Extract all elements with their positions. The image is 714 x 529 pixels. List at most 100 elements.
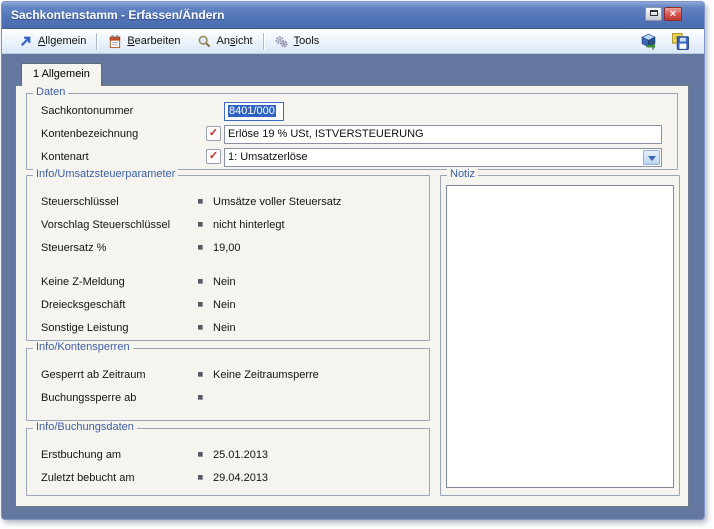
info-label: Vorschlag Steuerschlüssel [41, 218, 171, 231]
info-row: Sonstige Leistung Nein [27, 316, 429, 339]
menu-ansicht[interactable]: Ansicht [189, 31, 261, 52]
value-bullet [198, 325, 203, 330]
info-row: Gesperrt ab Zeitraum Keine Zeitraumsperr… [27, 363, 429, 386]
info-label: Dreiecksgeschäft [41, 298, 126, 311]
menu-label: Allgemein [38, 35, 86, 47]
kontenbezeichnung-input[interactable]: Erlöse 19 % USt, ISTVERSTEUERUNG [224, 125, 662, 144]
group-buchungsdaten: Info/Buchungsdaten Erstbuchung am 25.01.… [26, 421, 430, 496]
info-value: Nein [213, 321, 236, 334]
menu-access-key: B [127, 35, 135, 47]
toolbar-separator [96, 32, 98, 50]
selected-option: 1: Umsatzerlöse [228, 151, 308, 163]
info-value: 25.01.2013 [213, 448, 269, 461]
group-daten: Daten Sachkontonummer 8401/000 Kontenbez… [26, 86, 678, 170]
main-panel: Daten Sachkontonummer 8401/000 Kontenbez… [15, 85, 689, 507]
maximize-icon [649, 10, 658, 16]
menu-label: Ansicht [217, 35, 253, 47]
group-title: Info/Buchungsdaten [33, 421, 137, 433]
value-bullet [198, 395, 203, 400]
menu-label: Tools [294, 35, 320, 47]
info-label: Buchungssperre ab [41, 391, 137, 404]
value-bullet [198, 302, 203, 307]
group-umsatzsteuerparameter: Info/Umsatzsteuerparameter Steuerschlüss… [26, 168, 430, 341]
arrow-up-right-icon [20, 36, 31, 46]
content-area: 1 Allgemein Daten Sachkontonummer 8401/0… [2, 54, 704, 519]
field-label: Sachkontonummer [41, 105, 134, 117]
group-title: Notiz [447, 168, 479, 180]
field-label: Kontenart [41, 151, 89, 163]
close-button[interactable]: × [664, 7, 682, 21]
check-icon: ✓ [208, 127, 219, 139]
package-icon [641, 33, 656, 51]
field-row-kontenbezeichnung: Kontenbezeichnung ✓ Erlöse 19 % USt, IST… [27, 125, 677, 145]
info-value: 29.04.2013 [213, 471, 269, 484]
value-bullet [198, 222, 203, 227]
info-label: Keine Z-Meldung [41, 275, 125, 288]
info-value: 19,00 [213, 241, 241, 254]
tab-allgemein[interactable]: 1 Allgemein [21, 63, 102, 86]
gears-icon [275, 35, 288, 47]
chevron-down-icon[interactable] [643, 150, 660, 165]
info-rows: Erstbuchung am 25.01.2013 Zuletzt bebuch… [27, 443, 429, 489]
menu-label: Bearbeiten [127, 35, 180, 47]
info-label: Gesperrt ab Zeitraum [41, 368, 146, 381]
info-row: Vorschlag Steuerschlüssel nicht hinterle… [27, 213, 429, 236]
info-value: nicht hinterlegt [213, 218, 285, 231]
group-title: Info/Kontensperren [33, 341, 133, 353]
close-icon: × [669, 8, 677, 20]
info-label: Steuerschlüssel [41, 195, 119, 208]
value-bullet [198, 245, 203, 250]
info-rows: Steuerschlüssel Umsätze voller Steuersat… [27, 190, 429, 339]
selected-text: 8401/000 [228, 105, 276, 117]
group-kontensperren: Info/Kontensperren Gesperrt ab Zeitraum … [26, 341, 430, 421]
sachkontonummer-input[interactable]: 8401/000 [224, 102, 284, 121]
menu-label-part: ools [299, 35, 320, 47]
maximize-button[interactable] [645, 7, 662, 21]
info-label: Erstbuchung am [41, 448, 122, 461]
magnifier-icon [198, 35, 210, 47]
info-value: Nein [213, 298, 236, 311]
menu-allgemein[interactable]: Allgemein [10, 31, 94, 52]
info-label: Zuletzt bebucht am [41, 471, 135, 484]
menu-label-part: earbeiten [134, 35, 181, 47]
info-value: Keine Zeitraumsperre [213, 368, 319, 381]
info-row: Steuerschlüssel Umsätze voller Steuersat… [27, 190, 429, 213]
info-value: Umsätze voller Steuersatz [213, 195, 342, 208]
window-title: Sachkontenstamm - Erfassen/Ändern [11, 8, 225, 22]
group-title: Info/Umsatzsteuerparameter [33, 168, 179, 180]
toolbar-separator [262, 32, 264, 50]
confirm-check-button[interactable]: ✓ [206, 126, 221, 141]
dropdown-triangle [647, 156, 656, 165]
info-row: Zuletzt bebucht am 29.04.2013 [27, 466, 429, 489]
info-row: Steuersatz % 19,00 [27, 236, 429, 259]
save-button[interactable] [671, 32, 690, 51]
value-bullet [198, 372, 203, 377]
menu-label-part: llgemein [45, 35, 87, 47]
confirm-check-button[interactable]: ✓ [206, 149, 221, 164]
info-value: Nein [213, 275, 236, 288]
group-title: Daten [33, 86, 69, 98]
value-bullet [198, 475, 203, 480]
value-bullet [198, 199, 203, 204]
menu-bearbeiten[interactable]: Bearbeiten [99, 31, 188, 52]
app-window: Sachkontenstamm - Erfassen/Ändern × Allg… [1, 1, 705, 520]
info-label: Steuersatz % [41, 241, 107, 254]
kontenart-select[interactable]: 1: Umsatzerlöse [224, 148, 662, 167]
menu-tools[interactable]: Tools [266, 31, 328, 52]
info-rows: Gesperrt ab Zeitraum Keine Zeitraumsperr… [27, 363, 429, 409]
field-label: Kontenbezeichnung [41, 128, 139, 140]
notepad-icon [110, 34, 121, 48]
menu-label-part: An [216, 35, 230, 47]
info-row: Buchungssperre ab [27, 386, 429, 409]
notiz-textarea[interactable] [446, 185, 674, 488]
info-row: Erstbuchung am 25.01.2013 [27, 443, 429, 466]
info-row: Keine Z-Meldung Nein [27, 270, 429, 293]
group-notiz: Notiz [440, 168, 680, 496]
menu-label-part: icht [235, 35, 253, 47]
check-icon: ✓ [208, 150, 219, 162]
info-row: Dreiecksgeschäft Nein [27, 293, 429, 316]
value-bullet [198, 452, 203, 457]
package-button[interactable] [639, 32, 658, 51]
title-bar[interactable]: Sachkontenstamm - Erfassen/Ändern × [2, 2, 704, 29]
field-row-kontenart: Kontenart ✓ 1: Umsatzerlöse [27, 148, 677, 168]
